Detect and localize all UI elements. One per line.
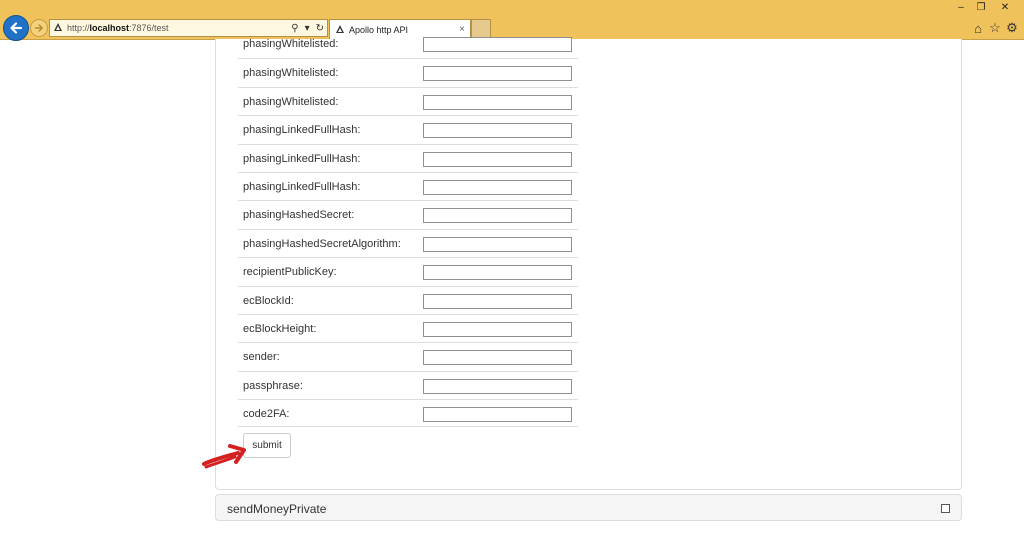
param-label: recipientPublicKey: [243, 266, 337, 279]
param-label: phasingLinkedFullHash: [243, 124, 361, 137]
table-row: ecBlockId: [238, 285, 578, 314]
param-label: phasingWhitelisted: [243, 67, 339, 80]
table-row: phasingLinkedFullHash: [238, 171, 578, 200]
table-row: code2FA: [238, 399, 578, 428]
param-label: phasingWhitelisted: [243, 95, 339, 108]
param-input[interactable] [423, 151, 572, 167]
home-icon[interactable]: ⌂ [970, 20, 986, 36]
param-input[interactable] [423, 123, 572, 139]
gear-icon[interactable]: ⚙ [1004, 20, 1020, 36]
param-label: ecBlockHeight: [243, 322, 317, 335]
table-row: phasingHashedSecret: [238, 200, 578, 228]
table-row: phasingLinkedFullHash: [238, 143, 578, 172]
param-input[interactable] [423, 236, 572, 252]
param-label: phasingLinkedFullHash: [243, 152, 361, 165]
param-input[interactable] [423, 66, 572, 82]
param-input[interactable] [423, 94, 572, 110]
param-label: phasingHashedSecret: [243, 209, 355, 222]
table-row: phasingHashedSecretAlgorithm: [238, 228, 578, 257]
table-row: sender: [238, 342, 578, 370]
param-input[interactable] [423, 265, 572, 281]
submit-button[interactable]: submit [243, 433, 291, 458]
table-row: ecBlockHeight: [238, 313, 578, 342]
table-row: passphrase: [238, 370, 578, 399]
param-label: code2FA: [243, 408, 290, 421]
close-window-icon[interactable]: ✕ [990, 0, 1020, 14]
param-label: ecBlockId: [243, 294, 294, 307]
forward-arrow-icon [34, 24, 43, 32]
table-row: phasingLinkedFullHash: [238, 115, 578, 143]
param-label: passphrase: [243, 379, 303, 392]
panel-send-money-private[interactable]: sendMoneyPrivate [215, 494, 962, 521]
param-label: sender: [243, 351, 280, 364]
param-input[interactable] [423, 350, 572, 366]
param-input[interactable] [423, 321, 572, 337]
minimize-icon[interactable]: – [952, 0, 970, 14]
param-label: phasingLinkedFullHash: [243, 180, 361, 193]
param-input[interactable] [423, 378, 572, 394]
table-row: phasingWhitelisted: [238, 58, 578, 86]
table-row: phasingWhitelisted: [238, 86, 578, 115]
back-button[interactable] [3, 15, 29, 41]
param-input[interactable] [423, 37, 572, 52]
restore-icon[interactable]: ❐ [972, 0, 990, 14]
table-row: phasingWhitelisted: [238, 30, 578, 58]
favorites-star-icon[interactable]: ☆ [987, 20, 1003, 36]
param-label: phasingHashedSecretAlgorithm: [243, 237, 401, 250]
back-arrow-icon [10, 22, 23, 34]
panel-checkbox[interactable] [941, 504, 950, 513]
panel-title[interactable]: sendMoneyPrivate [227, 502, 326, 516]
param-input[interactable] [423, 208, 572, 224]
param-input[interactable] [423, 293, 572, 309]
site-favicon-icon [53, 22, 63, 34]
parameter-table: phasingWhitelisted: phasingWhitelisted: … [238, 30, 578, 428]
table-row: recipientPublicKey: [238, 257, 578, 285]
param-label: phasingWhitelisted: [243, 38, 339, 50]
param-input[interactable] [423, 407, 572, 423]
red-annotation-arrow-icon [202, 444, 246, 469]
forward-button[interactable] [30, 19, 48, 37]
param-input[interactable] [423, 179, 572, 195]
